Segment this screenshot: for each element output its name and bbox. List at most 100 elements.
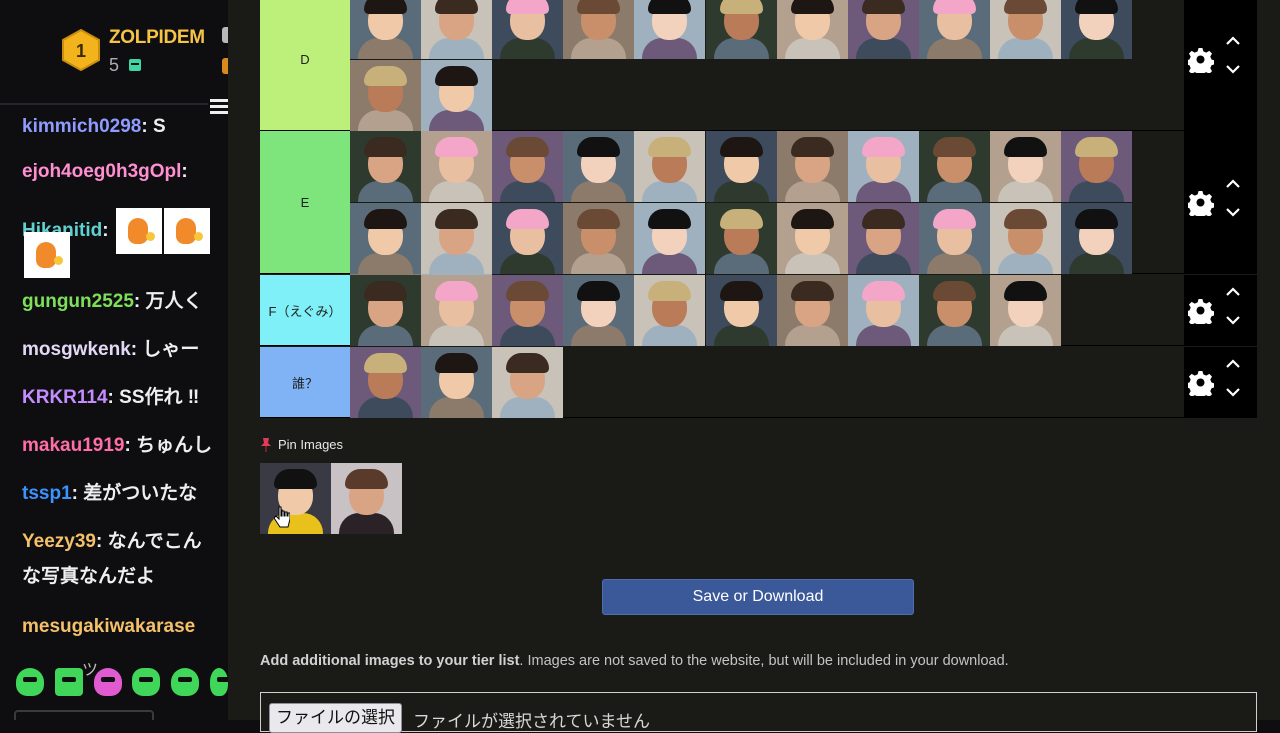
tier-image[interactable] — [776, 131, 848, 202]
tier-image[interactable] — [492, 347, 564, 418]
tier-image[interactable] — [1061, 0, 1132, 59]
tier-image[interactable] — [563, 275, 635, 346]
save-download-button[interactable]: Save or Download — [602, 579, 914, 615]
tier-image[interactable] — [918, 202, 990, 274]
tier-image[interactable] — [1061, 131, 1132, 202]
tier-image[interactable] — [847, 0, 919, 59]
tier-image[interactable] — [563, 131, 635, 202]
chat-menu-icon[interactable] — [208, 95, 228, 117]
chat-text: な写真なんだよ — [22, 566, 156, 587]
chat-username[interactable]: Yeezy39 — [22, 531, 96, 552]
tier-image[interactable] — [705, 202, 777, 274]
emote-icon[interactable] — [16, 668, 44, 696]
chevron-down-icon[interactable] — [1226, 387, 1240, 397]
chat-username[interactable]: tssp1 — [22, 483, 72, 504]
tier-image[interactable] — [350, 347, 421, 418]
chat-username[interactable]: mesugakiwakarase — [22, 616, 195, 637]
tier-image[interactable] — [421, 275, 493, 346]
chat-separator: : — [130, 339, 143, 360]
chevron-up-icon[interactable] — [1226, 286, 1240, 297]
tier-label[interactable]: D — [260, 0, 350, 130]
tier-image[interactable] — [776, 275, 848, 346]
chat-message: makau1919: ちゅんし — [22, 434, 212, 458]
chat-username[interactable]: ejoh4oeg0h3gOpl — [22, 161, 181, 182]
tier-image[interactable] — [776, 202, 848, 274]
tier-image[interactable] — [705, 0, 777, 59]
tier-image[interactable] — [989, 275, 1061, 346]
gear-icon[interactable] — [1188, 47, 1214, 73]
emote-icon[interactable] — [171, 668, 199, 696]
tier-image[interactable] — [421, 131, 493, 202]
emote-icon[interactable] — [55, 668, 83, 696]
tier-image[interactable] — [705, 275, 777, 346]
chevron-up-icon[interactable] — [1226, 178, 1240, 189]
tier-image[interactable] — [634, 0, 706, 59]
tier-image[interactable] — [847, 202, 919, 274]
pinned-image[interactable] — [331, 463, 402, 534]
tier-image[interactable] — [634, 202, 706, 274]
chat-username[interactable]: gungun2525 — [22, 291, 134, 312]
tier-image[interactable] — [847, 131, 919, 202]
tier-image[interactable] — [421, 59, 493, 131]
tier-image[interactable] — [989, 202, 1061, 274]
tier-image[interactable] — [492, 202, 564, 274]
chevron-up-icon[interactable] — [1226, 358, 1240, 369]
emote-icon[interactable] — [94, 668, 122, 696]
chevron-down-icon[interactable] — [1226, 64, 1240, 74]
tier-image[interactable] — [776, 0, 848, 59]
add-images-info: Add additional images to your tier list.… — [260, 653, 1009, 669]
pin-images-label: Pin Images — [260, 437, 343, 452]
tier-image[interactable] — [563, 0, 635, 59]
chat-username[interactable]: makau1919 — [22, 435, 124, 456]
chat-separator: : — [124, 435, 137, 456]
tier-label[interactable]: E — [260, 131, 350, 273]
tier-items[interactable] — [350, 131, 1184, 345]
gear-icon[interactable] — [1188, 190, 1214, 216]
gear-icon[interactable] — [1188, 370, 1214, 396]
chat-username[interactable]: KRKR114 — [22, 387, 108, 408]
tier-image[interactable] — [918, 275, 990, 346]
tier-image[interactable] — [918, 0, 990, 59]
tier-image[interactable] — [421, 202, 493, 274]
chat-input[interactable] — [14, 710, 154, 720]
chevron-down-icon[interactable] — [1226, 315, 1240, 325]
tier-image[interactable] — [918, 131, 990, 202]
chat-username[interactable]: kimmich0298 — [22, 116, 141, 137]
tier-image[interactable] — [421, 347, 493, 418]
tier-items[interactable] — [350, 347, 1184, 418]
top-user-name[interactable]: ZOLPIDEM — [109, 27, 205, 49]
tier-image[interactable] — [1061, 202, 1132, 274]
emote-icon[interactable] — [132, 668, 160, 696]
tier-items[interactable] — [350, 0, 1184, 131]
tier-items[interactable] — [350, 275, 1184, 346]
tier-image[interactable] — [350, 275, 421, 346]
chat-message: gungun2525: 万人く — [22, 290, 203, 314]
tier-image[interactable] — [563, 202, 635, 274]
tier-image[interactable] — [492, 275, 564, 346]
tier-image[interactable] — [350, 0, 421, 59]
chevron-down-icon[interactable] — [1226, 207, 1240, 217]
tier-image[interactable] — [492, 0, 564, 59]
tier-image[interactable] — [634, 131, 706, 202]
chat-separator: : — [95, 531, 108, 552]
tier-image[interactable] — [989, 0, 1061, 59]
tier-label[interactable]: 誰？ — [260, 347, 350, 417]
tier-image[interactable] — [350, 59, 421, 131]
tier-image[interactable] — [421, 0, 493, 59]
chevron-up-icon[interactable] — [1226, 35, 1240, 46]
emote-icon[interactable] — [210, 668, 228, 696]
pinned-image[interactable] — [260, 463, 331, 534]
tier-image[interactable] — [350, 131, 421, 202]
tier-image[interactable] — [492, 131, 564, 202]
tier-label[interactable]: F（えぐみ） — [260, 275, 350, 345]
file-choose-button[interactable]: ファイルの選択 — [269, 703, 402, 733]
chat-username[interactable]: mosgwkenk — [22, 339, 131, 360]
tier-image[interactable] — [989, 131, 1061, 202]
chat-panel: 1 ZOLPIDEM 5 kimmich0298: Sejoh4oeg0h3gO… — [0, 0, 228, 720]
tier-image[interactable] — [847, 275, 919, 346]
tier-image[interactable] — [350, 202, 421, 274]
tier-image[interactable] — [634, 275, 706, 346]
charmander-emote-icon — [163, 208, 210, 254]
gear-icon[interactable] — [1188, 298, 1214, 324]
tier-image[interactable] — [705, 131, 777, 202]
